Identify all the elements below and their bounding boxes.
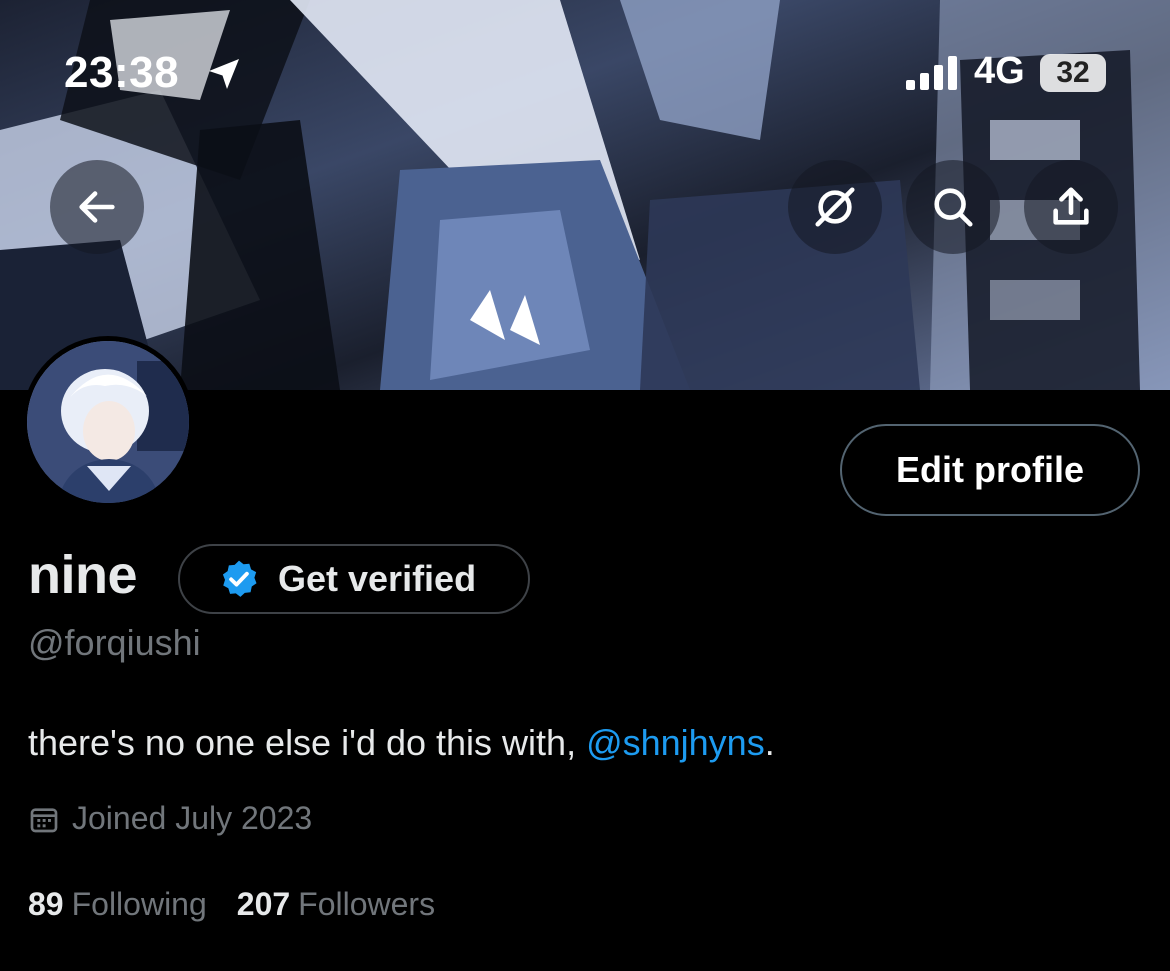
grok-icon (815, 187, 855, 227)
display-name: nine (28, 545, 138, 605)
share-button[interactable] (1024, 160, 1118, 254)
profile-banner[interactable]: 23:38 4G 32 (0, 0, 1170, 390)
share-icon (1053, 187, 1089, 225)
grok-button[interactable] (788, 160, 882, 254)
status-time: 23:38 (64, 48, 180, 97)
get-verified-label: Get verified (278, 558, 477, 599)
followers-label: Followers (298, 886, 436, 922)
get-verified-button[interactable]: Get verified (178, 544, 530, 614)
join-date-text: Joined July 2023 (72, 800, 313, 836)
user-handle: @forqiushi (28, 622, 201, 663)
followers-count: 207 (236, 886, 291, 922)
following-count: 89 (28, 886, 64, 922)
follow-stats: 89 Following 207 Followers (28, 886, 435, 923)
network-type: 4G (974, 50, 1025, 92)
edit-profile-button[interactable]: Edit profile (840, 424, 1140, 516)
following-label: Following (71, 886, 207, 922)
profile-bio: there's no one else i'd do this with, @s… (28, 722, 775, 764)
verified-badge-icon (222, 560, 257, 597)
calendar-icon (30, 807, 58, 832)
location-arrow-icon (209, 59, 239, 89)
arrow-left-icon (79, 191, 115, 223)
join-date: Joined July 2023 (28, 800, 312, 837)
cellular-signal-icon (906, 56, 957, 90)
battery-indicator: 32 (1040, 54, 1106, 92)
back-button[interactable] (50, 160, 144, 254)
avatar-image (27, 341, 189, 503)
bio-suffix: . (764, 722, 775, 763)
followers-link[interactable]: 207 Followers (237, 886, 435, 923)
bio-text: there's no one else i'd do this with, (28, 722, 587, 763)
profile-avatar[interactable] (22, 336, 194, 508)
bio-mention-link[interactable]: @shnjhyns (586, 722, 765, 763)
search-icon (934, 188, 973, 227)
search-button[interactable] (906, 160, 1000, 254)
following-link[interactable]: 89 Following (28, 886, 207, 923)
